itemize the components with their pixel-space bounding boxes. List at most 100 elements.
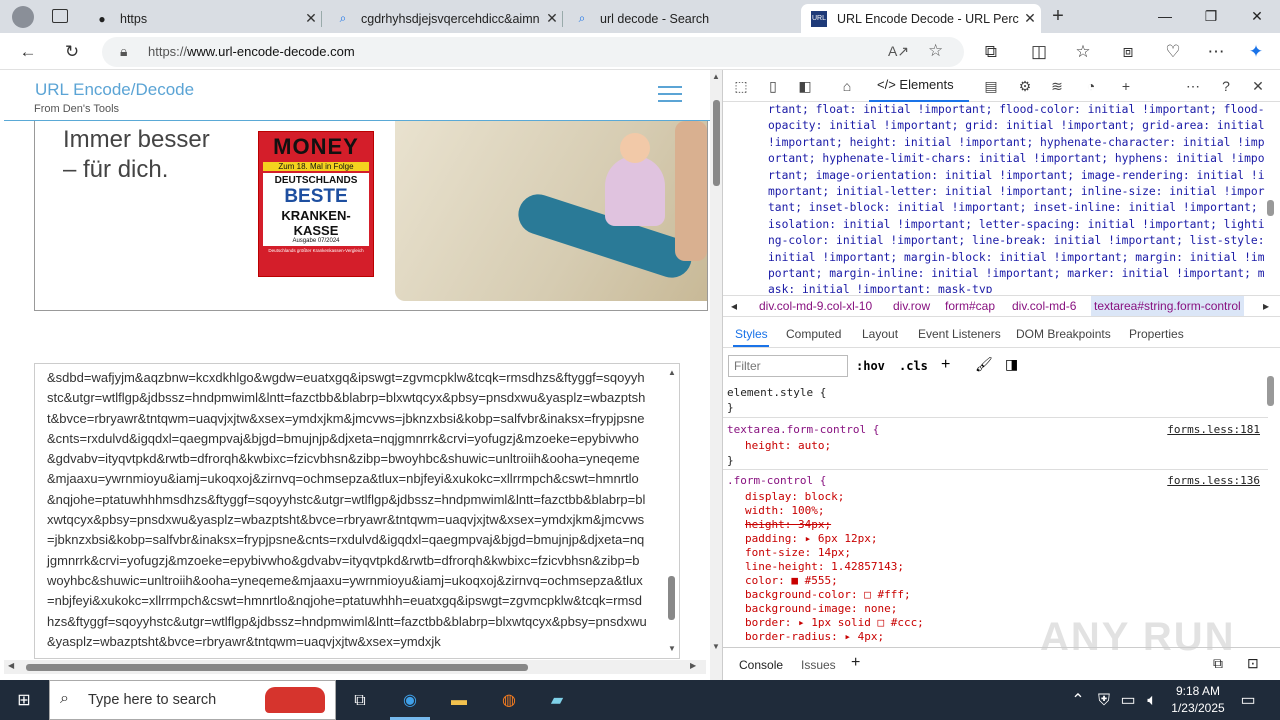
read-aloud-icon[interactable]: A↗ xyxy=(888,43,909,60)
advertisement[interactable]: Immer besser – für dich. MONEY Zum 18. M… xyxy=(34,121,708,311)
site-header: URL Encode/Decode From Den's Tools xyxy=(4,70,710,121)
breadcrumb-right-arrow[interactable]: ▸ xyxy=(1263,296,1269,316)
search-highlight-icon xyxy=(265,687,325,713)
breadcrumb-item[interactable]: div.col-md-9.col-xl-10 xyxy=(759,296,872,316)
styles-rules: element.style { } textarea.form-control … xyxy=(723,384,1268,644)
elements-tab[interactable]: </> Elements xyxy=(869,70,969,102)
profile-icon[interactable] xyxy=(12,6,34,28)
notifications-icon[interactable]: ▭ xyxy=(1236,690,1260,712)
tab-computed[interactable]: Computed xyxy=(786,327,841,341)
breadcrumb-left-arrow[interactable]: ◂ xyxy=(731,296,737,316)
collections-icon[interactable]: ⧈ xyxy=(1115,39,1141,65)
breadcrumb-item[interactable]: form#cap xyxy=(945,296,995,316)
extensions-icon[interactable]: ⧉ xyxy=(978,39,1004,65)
welcome-home-icon[interactable]: ⌂ xyxy=(837,76,857,96)
close-tab-icon[interactable]: ✕ xyxy=(541,10,563,27)
site-icon: URL xyxy=(811,10,827,27)
paint-brush-icon[interactable]: 🖌︎ xyxy=(975,356,993,373)
close-devtools-icon[interactable]: ✕ xyxy=(1248,76,1268,96)
console-tab-icon[interactable]: ▤ xyxy=(981,76,1001,96)
class-toggle[interactable]: .cls xyxy=(899,359,928,373)
styles-filter-input[interactable] xyxy=(728,355,848,377)
close-window-icon[interactable]: ✕ xyxy=(1234,0,1280,33)
minimize-icon[interactable]: — xyxy=(1142,0,1188,33)
github-icon: ● xyxy=(98,11,106,26)
site-brand[interactable]: URL Encode/Decode xyxy=(35,80,194,100)
task-view-icon[interactable]: ⧉ xyxy=(348,690,372,712)
refresh-icon[interactable]: ↻ xyxy=(59,39,85,65)
tab-2[interactable]: ⌕ cgdrhyhsdjejsvqercehdicc&aimn ✕ xyxy=(325,4,563,33)
page-horizontal-scrollbar[interactable]: ◀ ▶ xyxy=(4,660,706,674)
breadcrumb-item-selected[interactable]: textarea#string.form-control xyxy=(1091,296,1244,316)
security-icon[interactable]: ⛨ xyxy=(1092,690,1116,712)
url-text: https://www.url-encode-decode.com xyxy=(148,44,355,59)
network-tab-icon[interactable]: ≋ xyxy=(1047,76,1067,96)
dom-inline-style-text: rtant; float: initial !important; flood-… xyxy=(768,103,1265,293)
money-award-logo: MONEY Zum 18. Mal in Folge DEUTSCHLANDS … xyxy=(258,131,374,277)
close-tab-icon[interactable]: ✕ xyxy=(1019,10,1041,27)
edge-icon[interactable]: ◉ xyxy=(398,690,422,712)
tab-event-listeners[interactable]: Event Listeners xyxy=(918,327,1001,341)
website-viewport: URL Encode/Decode From Den's Tools Immer… xyxy=(4,70,722,680)
system-clock[interactable]: 9:18 AM 1/23/2025 xyxy=(1160,683,1236,717)
tab-strip: ● https ✕ ⌕ cgdrhyhsdjejsvqercehdicc&aim… xyxy=(0,0,1280,33)
address-bar[interactable]: 🔒︎ https://www.url-encode-decode.com A↗ … xyxy=(102,37,964,67)
devtools-more-icon[interactable]: ⋯ xyxy=(1183,76,1203,96)
sources-tab-icon[interactable]: ⚙ xyxy=(1015,76,1035,96)
new-style-rule-icon[interactable]: + xyxy=(941,356,950,374)
windows-start-icon[interactable]: ⊞ xyxy=(12,690,36,712)
inspect-element-icon[interactable]: ⬚ xyxy=(731,76,751,96)
browser-essentials-icon[interactable]: ♡ xyxy=(1160,39,1186,65)
styles-subtabs: Styles Computed Layout Event Listeners D… xyxy=(723,320,1280,348)
drawer-issues-tab[interactable]: Issues xyxy=(801,658,836,672)
page-vertical-scrollbar[interactable]: ▲ ▼ xyxy=(710,70,722,680)
tab-styles[interactable]: Styles xyxy=(735,327,768,341)
breadcrumb-item[interactable]: div.row xyxy=(893,296,930,316)
tab-3[interactable]: ⌕ url decode - Search xyxy=(564,4,800,33)
restore-icon[interactable]: ❐ xyxy=(1188,0,1234,33)
tab-1[interactable]: ● https ✕ xyxy=(84,4,322,33)
breadcrumb-item[interactable]: div.col-md-6 xyxy=(1012,296,1076,316)
tab-actions-icon[interactable] xyxy=(52,9,68,23)
tab-active[interactable]: URL URL Encode Decode - URL Percen ✕ xyxy=(801,4,1041,33)
split-screen-icon[interactable]: ◫ xyxy=(1026,39,1052,65)
more-tools-icon[interactable]: + xyxy=(1116,76,1136,96)
performance-tab-icon[interactable]: ◔ xyxy=(1081,76,1101,96)
drawer-screencast-icon[interactable]: ⊡ xyxy=(1247,655,1259,672)
site-subtitle: From Den's Tools xyxy=(34,103,120,115)
back-icon[interactable]: ← xyxy=(15,39,41,65)
notepad-icon[interactable]: ▰ xyxy=(545,690,569,712)
dock-side-icon[interactable]: ◧ xyxy=(795,76,815,96)
search-icon: ⌕ xyxy=(578,11,586,25)
drawer-add-icon[interactable]: + xyxy=(851,654,860,672)
taskbar-search[interactable]: ⌕ Type here to search xyxy=(49,680,336,720)
show-hidden-icons[interactable]: ⌃ xyxy=(1066,690,1090,712)
new-tab-button[interactable]: + xyxy=(1046,4,1070,28)
source-link[interactable]: forms.less:181 xyxy=(1167,423,1260,437)
encode-decode-textarea[interactable]: &sdbd=wafjyjm&aqzbnw=kcxdkhlgo&wgdw=euat… xyxy=(34,363,680,659)
textarea-scrollbar[interactable]: ▲ ▼ xyxy=(665,364,679,658)
more-options-icon[interactable]: ⋯ xyxy=(1203,39,1229,65)
favorites-icon[interactable]: ☆ xyxy=(1070,39,1096,65)
toggle-sidebar-icon[interactable]: ◨ xyxy=(1005,356,1018,373)
favorite-star-icon[interactable]: ☆ xyxy=(928,41,943,61)
hamburger-menu-icon[interactable] xyxy=(658,86,682,104)
help-icon[interactable]: ? xyxy=(1216,76,1236,96)
dom-scrollbar[interactable] xyxy=(1267,200,1274,216)
tab-properties[interactable]: Properties xyxy=(1129,327,1184,341)
close-tab-icon[interactable]: ✕ xyxy=(300,10,322,27)
search-icon: ⌕ xyxy=(60,690,69,707)
lock-icon[interactable]: 🔒︎ xyxy=(120,43,127,60)
firefox-icon[interactable]: ◍ xyxy=(497,690,521,712)
source-link[interactable]: forms.less:136 xyxy=(1167,474,1260,488)
hover-state-toggle[interactable]: :hov xyxy=(856,359,885,373)
device-emulation-icon[interactable]: ▯ xyxy=(763,76,783,96)
tab-layout[interactable]: Layout xyxy=(862,327,898,341)
network-icon[interactable]: ▭ xyxy=(1116,690,1140,712)
tab-dom-breakpoints[interactable]: DOM Breakpoints xyxy=(1016,327,1111,341)
copilot-icon[interactable]: ✦ xyxy=(1243,39,1269,65)
styles-scrollbar[interactable] xyxy=(1267,376,1274,406)
file-explorer-icon[interactable]: ▬ xyxy=(447,690,471,712)
drawer-console-tab[interactable]: Console xyxy=(739,658,783,672)
navigation-bar: ← ↻ 🔒︎ https://www.url-encode-decode.com… xyxy=(0,33,1280,70)
